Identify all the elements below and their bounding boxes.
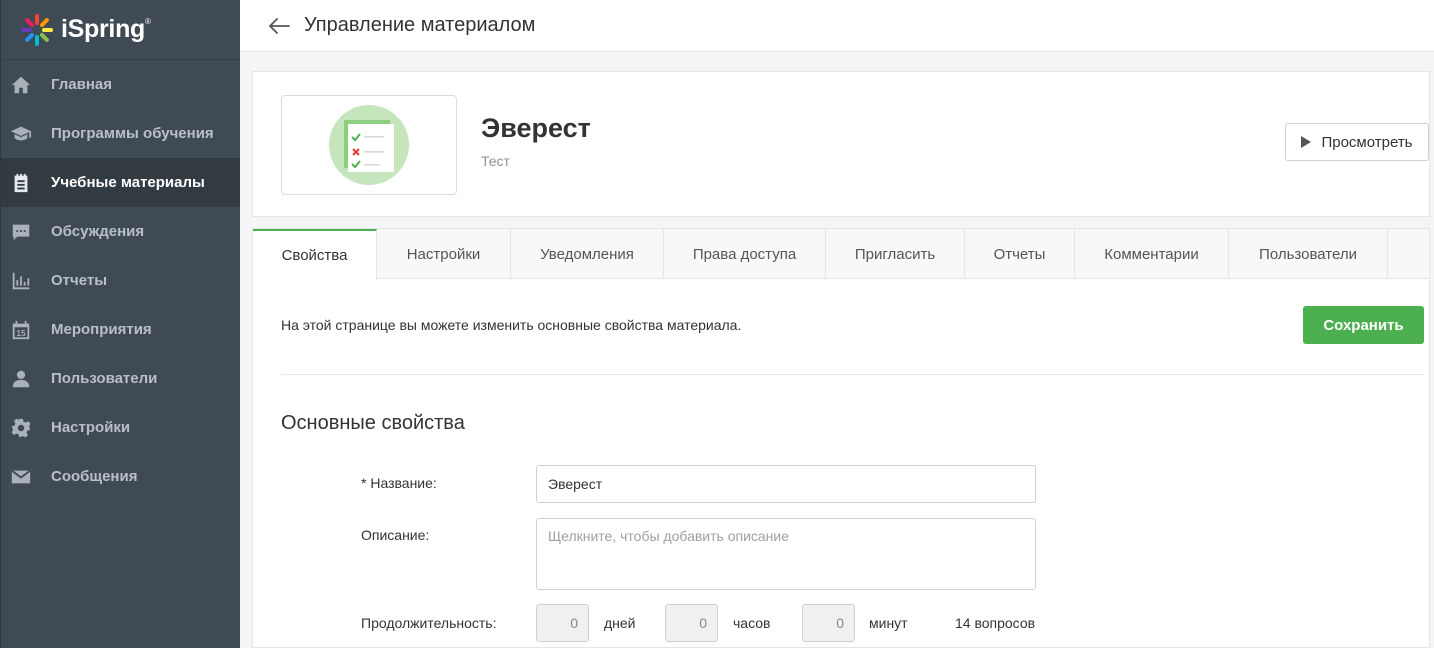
tab-bar: Свойства Настройки Уведомления Права дос… <box>253 229 1429 280</box>
sidebar-item-users[interactable]: Пользователи <box>1 354 240 403</box>
sidebar-item-label: Отчеты <box>51 272 108 289</box>
sidebar-item-label: Главная <box>51 76 113 93</box>
duration-label: Продолжительность: <box>361 615 497 631</box>
material-title: Эверест <box>481 113 591 143</box>
play-icon <box>1301 136 1312 148</box>
envelope-icon <box>9 465 33 489</box>
minutes-unit: минут <box>869 615 908 631</box>
tab-access-rights[interactable]: Права доступа <box>664 229 826 279</box>
days-input[interactable] <box>536 604 589 642</box>
material-thumbnail <box>281 95 457 195</box>
preview-button[interactable]: Просмотреть <box>1285 123 1429 161</box>
user-icon <box>9 367 33 391</box>
name-label: * Название: <box>361 475 437 491</box>
sidebar-item-label: Мероприятия <box>51 321 152 338</box>
page-title: Управление материалом <box>304 14 536 36</box>
svg-text:15: 15 <box>16 328 26 337</box>
sidebar: iSpring® Главная Программы обучения Учеб… <box>0 0 240 648</box>
hours-unit: часов <box>733 615 771 631</box>
name-input[interactable] <box>536 465 1036 503</box>
home-icon <box>9 73 33 97</box>
tab-properties[interactable]: Свойства <box>253 229 377 280</box>
properties-panel: Свойства Настройки Уведомления Права дос… <box>252 228 1430 648</box>
bar-chart-icon <box>9 269 33 293</box>
sidebar-item-label: Сообщения <box>51 468 138 485</box>
notepad-icon <box>9 171 33 195</box>
sidebar-item-reports[interactable]: Отчеты <box>1 256 240 305</box>
back-arrow-icon[interactable] <box>268 14 292 38</box>
page-hint: На этой странице вы можете изменить осно… <box>281 317 742 333</box>
logo-text: iSpring® <box>61 15 151 43</box>
section-title: Основные свойства <box>281 412 465 434</box>
quiz-checklist-icon <box>329 105 409 185</box>
main-area: Управление материалом Эверест Тест Просм… <box>240 0 1434 648</box>
sidebar-item-label: Пользователи <box>51 370 158 387</box>
tab-settings[interactable]: Настройки <box>377 229 511 279</box>
description-input[interactable] <box>536 518 1036 590</box>
sidebar-item-discussions[interactable]: Обсуждения <box>1 207 240 256</box>
hours-input[interactable] <box>665 604 718 642</box>
divider <box>281 374 1424 375</box>
sidebar-item-materials[interactable]: Учебные материалы <box>1 158 240 207</box>
sidebar-item-label: Настройки <box>51 419 131 436</box>
chat-bubble-icon <box>9 220 33 244</box>
sidebar-item-label: Учебные материалы <box>51 174 205 191</box>
tab-comments[interactable]: Комментарии <box>1075 229 1229 279</box>
sidebar-item-label: Обсуждения <box>51 223 145 240</box>
sidebar-item-programs[interactable]: Программы обучения <box>1 109 240 158</box>
minutes-input[interactable] <box>802 604 855 642</box>
calendar-icon: 15 <box>9 318 33 342</box>
sidebar-item-messages[interactable]: Сообщения <box>1 452 240 501</box>
sidebar-item-settings[interactable]: Настройки <box>1 403 240 452</box>
logo[interactable]: iSpring® <box>1 0 240 60</box>
sidebar-item-home[interactable]: Главная <box>1 60 240 109</box>
questions-count: 14 вопросов <box>955 615 1036 631</box>
save-button[interactable]: Сохранить <box>1303 306 1424 344</box>
ispring-logo-icon <box>19 12 55 48</box>
graduation-cap-icon <box>9 122 33 146</box>
top-bar: Управление материалом <box>240 0 1434 52</box>
tab-reports[interactable]: Отчеты <box>965 229 1075 279</box>
tab-invite[interactable]: Пригласить <box>826 229 965 279</box>
description-label: Описание: <box>361 527 430 543</box>
tab-users[interactable]: Пользователи <box>1229 229 1388 279</box>
sidebar-item-events[interactable]: 15 Мероприятия <box>1 305 240 354</box>
preview-button-label: Просмотреть <box>1321 133 1413 151</box>
gear-icon <box>9 416 33 440</box>
tab-notifications[interactable]: Уведомления <box>511 229 664 279</box>
days-unit: дней <box>604 615 636 631</box>
material-card: Эверест Тест Просмотреть <box>252 71 1430 217</box>
material-type: Тест <box>481 153 510 169</box>
sidebar-item-label: Программы обучения <box>51 125 214 142</box>
